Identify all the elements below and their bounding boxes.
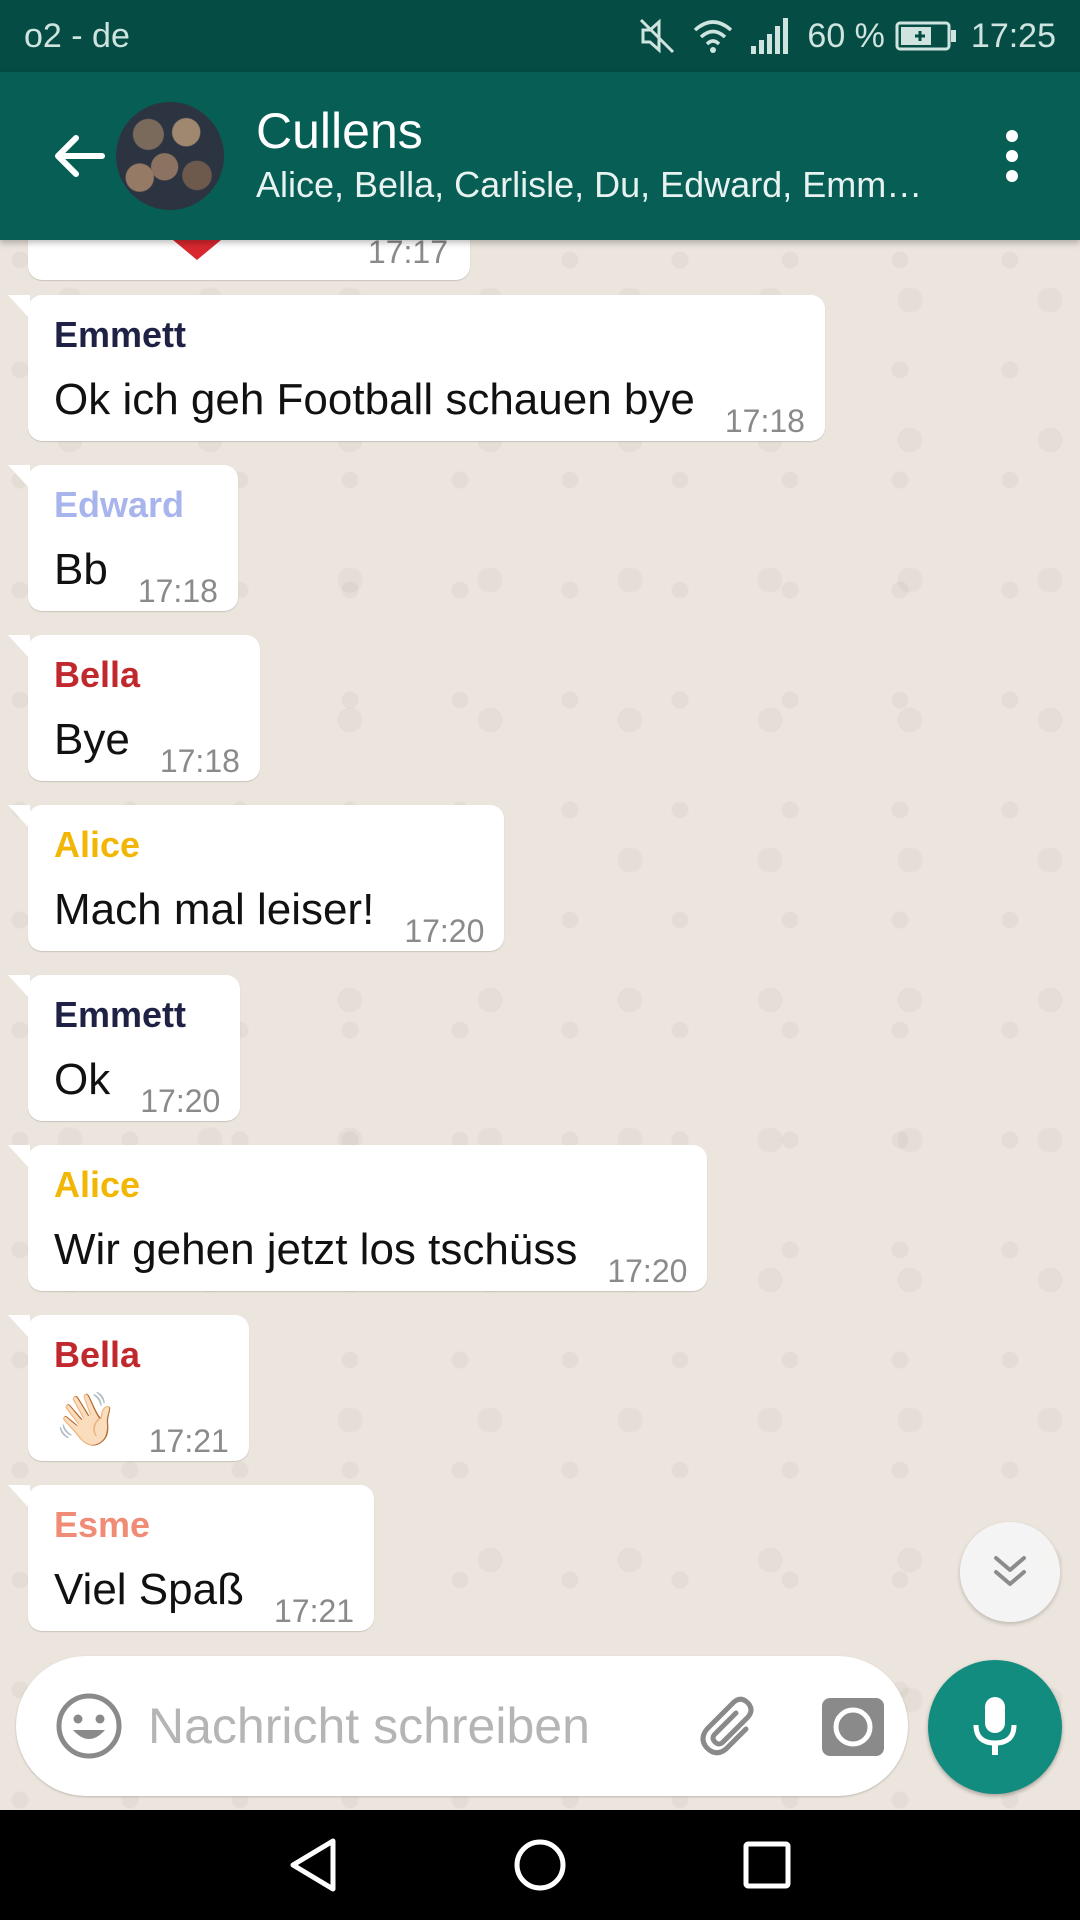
message-bubble[interactable]: Bella 👋🏻 17:21: [8, 1315, 249, 1461]
message-text: Bb: [54, 545, 108, 594]
message-sender: Bella: [54, 654, 141, 695]
message-sender: Esme: [54, 1504, 151, 1545]
nav-recents-button[interactable]: [722, 1820, 812, 1910]
wifi-icon: [694, 20, 733, 53]
chat-title: Cullens: [256, 103, 423, 159]
message-text: Ok: [54, 1055, 111, 1104]
voice-message-button[interactable]: [928, 1660, 1062, 1794]
message-sender: Emmett: [54, 314, 187, 355]
camera-button[interactable]: [808, 1681, 898, 1771]
arrow-left-icon: [55, 135, 105, 177]
paperclip-icon: [700, 1696, 754, 1756]
chat-header: Cullens Alice, Bella, Carlisle, Du, Edwa…: [0, 72, 1080, 240]
message-bubble[interactable]: Alice Wir gehen jetzt los tschüss 17:20: [7, 1145, 708, 1291]
camera-icon: [822, 1698, 884, 1756]
waving-hand-emoji: 👋🏻: [54, 1391, 119, 1449]
message-input[interactable]: [148, 1697, 668, 1755]
message-text: Wir gehen jetzt los tschüss: [54, 1225, 578, 1274]
carrier-label: o2 - de: [24, 16, 130, 55]
message-sender: Bella: [54, 1334, 141, 1375]
chat-members: Alice, Bella, Carlisle, Du, Edward, Emm…: [256, 164, 923, 205]
square-recents-icon: [743, 1841, 791, 1889]
message-bubble[interactable]: Alice Mach mal leiser! 17:20: [7, 805, 505, 951]
status-icons: 60 % 17:25: [637, 16, 1056, 56]
microphone-icon: [973, 1697, 1017, 1755]
clock: 17:25: [970, 16, 1056, 55]
message-sender: Alice: [54, 1164, 141, 1205]
status-bar: o2 - de 60 % 17:25: [0, 0, 1080, 72]
triangle-back-icon: [290, 1838, 336, 1892]
message-list[interactable]: 17:17 Emmett Ok ich geh Football schauen…: [0, 240, 1080, 1810]
battery-icon: [895, 21, 956, 51]
system-nav-bar: [0, 1810, 1080, 1920]
message-sender: Alice: [54, 824, 141, 865]
message-bubble[interactable]: Esme Viel Spaß 17:21: [7, 1485, 375, 1631]
nav-back-button[interactable]: [268, 1820, 358, 1910]
message-text: Ok ich geh Football schauen bye: [54, 375, 695, 424]
message-text: Bye: [54, 715, 130, 764]
battery-percent: 60 %: [807, 16, 885, 55]
back-button[interactable]: [30, 108, 126, 204]
circle-home-icon: [514, 1839, 566, 1891]
message-time: 17:21: [273, 1593, 355, 1629]
nav-home-button[interactable]: [495, 1820, 585, 1910]
message-time: 17:21: [148, 1423, 229, 1459]
more-vert-icon: [1006, 130, 1018, 182]
message-text: Mach mal leiser!: [54, 885, 375, 934]
message-composer: [16, 1656, 908, 1796]
message-sender: Emmett: [54, 994, 187, 1035]
message-time: 17:20: [607, 1253, 688, 1289]
group-avatar[interactable]: [116, 102, 224, 210]
message-time: 17:17: [367, 240, 448, 270]
message-time: 17:18: [159, 743, 240, 779]
overflow-menu-button[interactable]: [972, 108, 1052, 204]
attach-button[interactable]: [684, 1681, 774, 1771]
message-time: 17:20: [404, 913, 485, 949]
scroll-to-bottom-button[interactable]: [960, 1522, 1060, 1622]
heart-icon: [173, 240, 221, 260]
message-bubble[interactable]: Edward Bb 17:18: [8, 465, 238, 611]
signal-icon: [751, 18, 789, 54]
message-time: 17:18: [724, 403, 805, 439]
smiley-icon: [56, 1693, 122, 1759]
message-bubble[interactable]: Emmett Ok ich geh Football schauen bye 1…: [8, 295, 825, 441]
chat-info[interactable]: Cullens Alice, Bella, Carlisle, Du, Edwa…: [256, 102, 972, 210]
message-bubble[interactable]: Bella Bye 17:18: [8, 635, 260, 781]
double-chevron-down-icon: [994, 1556, 1026, 1586]
message-sender: Edward: [54, 484, 185, 525]
emoji-button[interactable]: [44, 1681, 134, 1771]
message-time: 17:18: [137, 573, 218, 609]
message-bubble-partial[interactable]: 17:17: [28, 240, 470, 280]
message-text: Viel Spaß: [54, 1565, 244, 1614]
message-time: 17:20: [140, 1083, 221, 1119]
mute-icon: [640, 18, 675, 54]
message-bubble[interactable]: Emmett Ok 17:20: [7, 975, 241, 1121]
